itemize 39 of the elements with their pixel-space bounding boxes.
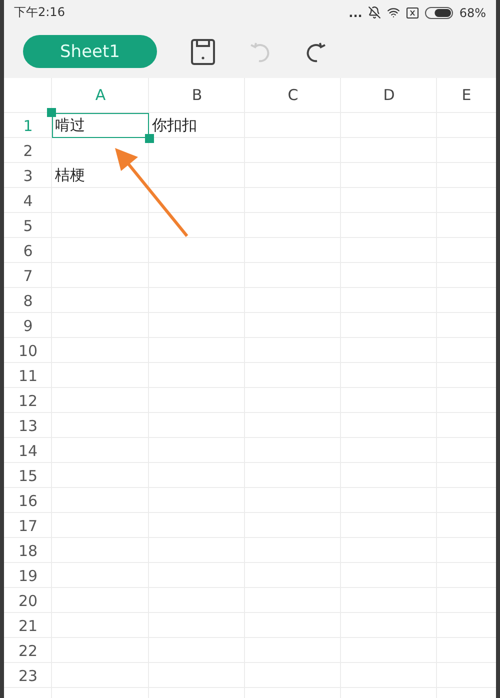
row-header[interactable]: 3 — [4, 163, 52, 188]
row-header[interactable]: 8 — [4, 288, 52, 313]
row-header[interactable]: 15 — [4, 463, 52, 488]
row-header[interactable]: 5 — [4, 213, 52, 238]
table-cell[interactable]: 啃过 — [52, 113, 149, 138]
row-header[interactable]: 16 — [4, 488, 52, 513]
row-header[interactable]: 12 — [4, 388, 52, 413]
battery-percent: 68% — [459, 6, 486, 20]
row-header[interactable]: 6 — [4, 238, 52, 263]
row-header[interactable]: 20 — [4, 588, 52, 613]
more-indicator: ... — [348, 6, 362, 20]
column-header[interactable]: E — [437, 78, 496, 112]
row-header[interactable]: 4 — [4, 188, 52, 213]
row-header[interactable]: 10 — [4, 338, 52, 363]
selection-handle[interactable] — [145, 134, 154, 143]
save-icon[interactable] — [191, 38, 215, 64]
row-header[interactable]: 21 — [4, 613, 52, 638]
row-header[interactable]: 17 — [4, 513, 52, 538]
table-cell[interactable]: 桔梗 — [52, 163, 149, 188]
column-header[interactable]: B — [149, 78, 245, 112]
row-header[interactable]: 22 — [4, 638, 52, 663]
row-header[interactable]: 13 — [4, 413, 52, 438]
row-header[interactable]: 19 — [4, 563, 52, 588]
bell-off-icon — [368, 6, 382, 19]
column-header[interactable]: C — [245, 78, 341, 112]
sim-x-icon — [406, 6, 420, 18]
table-cell[interactable]: 你扣扣 — [149, 113, 245, 138]
selection-handle[interactable] — [47, 108, 56, 117]
row-header[interactable]: 18 — [4, 538, 52, 563]
redo-icon[interactable] — [305, 40, 327, 62]
clock: 下午2:16 — [14, 4, 65, 21]
row-header[interactable]: 14 — [4, 438, 52, 463]
row-header[interactable]: 2 — [4, 138, 52, 163]
column-header[interactable]: D — [341, 78, 437, 112]
row-header[interactable]: 9 — [4, 313, 52, 338]
row-header[interactable]: 7 — [4, 263, 52, 288]
row-header[interactable]: 11 — [4, 363, 52, 388]
battery-icon — [425, 6, 454, 18]
row-header[interactable]: 23 — [4, 663, 52, 688]
